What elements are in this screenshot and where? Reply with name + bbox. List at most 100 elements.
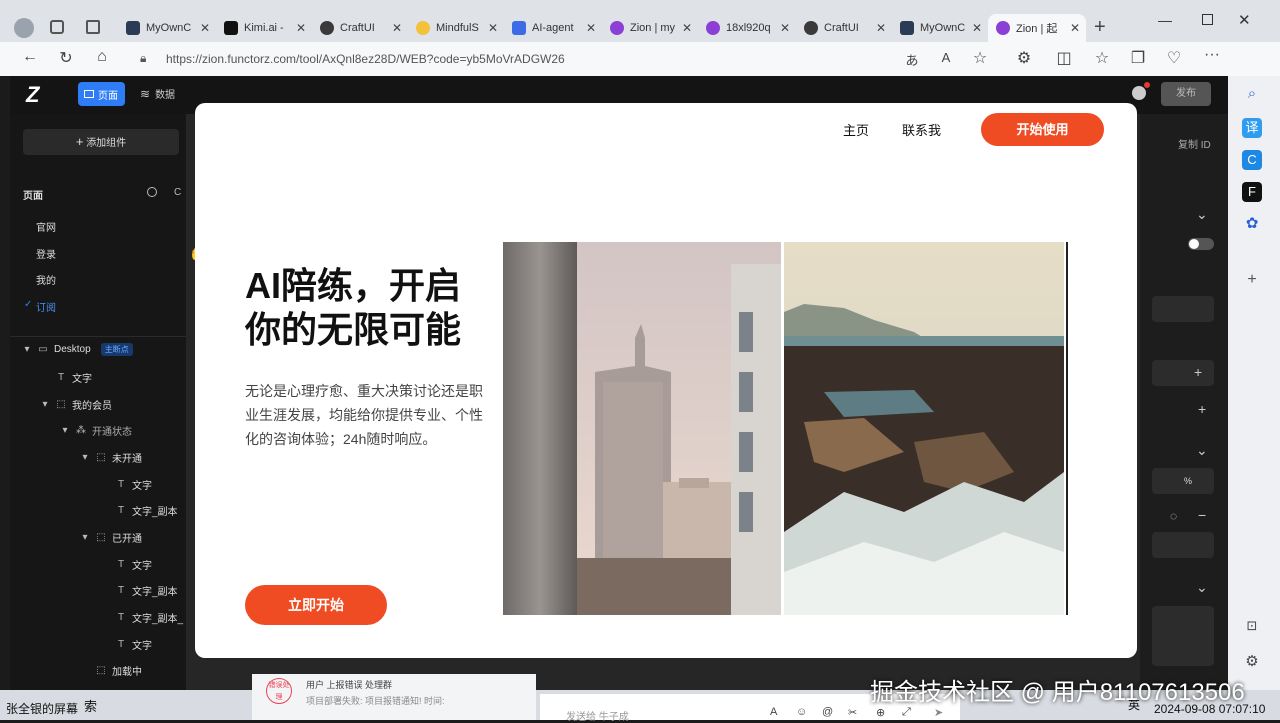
start-using-button[interactable]: 开始使用 [981,113,1104,146]
toggle-switch[interactable] [1188,238,1214,250]
search-icon[interactable]: ⌕ [1242,84,1262,104]
close-tab-icon[interactable]: ✕ [972,21,982,35]
vertical-tabs-icon[interactable] [86,20,100,34]
mention-icon[interactable]: @ [822,706,833,718]
property-input[interactable] [1152,296,1214,322]
plus-icon[interactable]: + [1194,364,1202,380]
close-tab-icon[interactable]: ✕ [1070,21,1080,35]
browser-tab[interactable]: AI-agent ✕ [504,14,602,42]
profile-avatar[interactable] [14,18,34,38]
scissors-icon[interactable]: ✂ [848,706,857,719]
minus-icon[interactable]: − [1198,507,1206,523]
tree-node-desktop[interactable]: ▾ ▭ Desktop 主断点 [22,343,133,356]
tree-node-text-copy-2[interactable]: T 文字_副本_ [116,610,183,625]
close-tab-icon[interactable]: ✕ [682,21,692,35]
tab-data-button[interactable]: ≋ 数据 [140,86,175,102]
workspaces-icon[interactable] [50,20,64,34]
figma-icon[interactable]: F [1242,182,1262,202]
maximize-icon[interactable] [1202,14,1213,25]
favorites-icon[interactable]: ☆ [1090,48,1114,68]
plus-icon[interactable]: + [1198,401,1206,417]
close-tab-icon[interactable]: ✕ [586,21,596,35]
tree-node-text[interactable]: T 文字 [116,637,152,652]
emoji-icon[interactable]: ☺ [796,706,807,718]
taskbar-search[interactable]: 索 [84,696,97,715]
favorite-star-icon[interactable]: ☆ [968,48,992,68]
tree-node-text[interactable]: T 文字 [116,477,152,492]
tree-node-text[interactable]: T 文字 [56,370,92,385]
chevron-down-icon[interactable]: ⌄ [1196,579,1208,596]
new-tab-icon[interactable]: + [1094,16,1106,39]
more-menu-icon[interactable]: ··· [1200,46,1224,64]
page-item-mine[interactable]: 我的 [36,272,56,287]
back-icon[interactable]: ← [18,48,42,66]
close-tab-icon[interactable]: ✕ [876,21,886,35]
browser-tab[interactable]: MindfulS ✕ [408,14,504,42]
page-settings-icon[interactable] [147,187,157,197]
chat-input[interactable]: 发送给 牛子成 [566,708,629,723]
address-bar[interactable]: 🔒︎ https://zion.functorz.com/tool/AxQnl8… [130,47,1010,71]
tree-node-opened[interactable]: ▾ ⬚ 已开通 [80,530,142,545]
property-input[interactable] [1152,532,1214,558]
read-aloud-icon[interactable]: A [934,50,958,65]
tree-node-loading[interactable]: ⬚ 加载中 [96,663,142,678]
page-item-home[interactable]: 官网 [36,219,56,234]
close-tab-icon[interactable]: ✕ [392,21,402,35]
browser-tab[interactable]: Kimi.ai - ✕ [216,14,312,42]
page-item-login[interactable]: 登录 [36,246,56,261]
browser-tab[interactable]: CraftUI ✕ [312,14,408,42]
target-icon[interactable]: ◌ [1170,509,1177,523]
refresh-icon[interactable]: ↻ [54,48,78,68]
start-now-button[interactable]: 立即开始 [245,585,387,625]
nav-contact-link[interactable]: 联系我 [902,120,941,139]
close-tab-icon[interactable]: ✕ [296,21,306,35]
add-icon[interactable]: ⊕ [876,706,885,719]
copy-id-button[interactable]: 复制 ID [1178,136,1211,151]
notification-icon[interactable] [1132,86,1146,100]
browser-tab[interactable]: MyOwnC ✕ [892,14,988,42]
font-icon[interactable]: A [770,706,777,718]
app-icon[interactable]: C [1242,150,1262,170]
browser-tab-active[interactable]: Zion | 起 ✕ [988,14,1086,42]
tree-node-text[interactable]: T 文字 [116,557,152,572]
add-app-icon[interactable]: + [1242,270,1262,290]
unit-select[interactable]: % [1152,468,1214,494]
add-component-button[interactable]: + 添加组件 [23,129,179,155]
page-copy-icon[interactable]: C [174,187,181,198]
send-icon[interactable]: ➤ [934,706,943,719]
browser-tab[interactable]: 18xl920q ✕ [698,14,796,42]
tab-page-button[interactable]: 页面 [78,82,125,106]
collections-icon[interactable]: ❐ [1126,48,1150,68]
browser-tab[interactable]: MyOwnC ✕ [118,14,216,42]
tree-node-text-copy[interactable]: T 文字_副本 [116,503,178,518]
translate-app-icon[interactable]: 译 [1242,118,1262,138]
performance-icon[interactable]: ♡ [1162,48,1186,68]
chevron-down-icon[interactable]: ⌄ [1196,206,1208,223]
nav-home-link[interactable]: 主页 [843,120,869,139]
tree-node-text-copy[interactable]: T 文字_副本 [116,583,178,598]
close-window-icon[interactable]: ✕ [1238,11,1251,29]
close-tab-icon[interactable]: ✕ [200,21,210,35]
split-screen-icon[interactable]: ◫ [1052,48,1076,68]
home-icon[interactable]: ⌂ [90,48,114,66]
minimize-icon[interactable]: — [1158,12,1172,28]
translate-icon[interactable]: あ [900,50,924,69]
close-tab-icon[interactable]: ✕ [488,21,498,35]
spacing-box[interactable] [1152,606,1214,666]
extensions-icon[interactable]: ⚙ [1012,48,1036,68]
property-row[interactable] [1152,360,1214,386]
zion-logo[interactable]: Z [26,82,39,108]
expand-icon[interactable]: ⤢ [902,706,911,719]
close-tab-icon[interactable]: ✕ [780,21,790,35]
publish-button[interactable]: 发布 [1161,82,1211,106]
screenshot-icon[interactable]: ⊡ [1242,616,1262,636]
paw-icon[interactable]: ✿ [1242,214,1262,234]
tree-node-not-open[interactable]: ▾ ⬚ 未开通 [80,450,142,465]
chevron-down-icon[interactable]: ⌄ [1196,442,1208,459]
browser-tab[interactable]: Zion | my ✕ [602,14,698,42]
settings-gear-icon[interactable]: ⚙ [1242,652,1262,672]
browser-tab[interactable]: CraftUI ✕ [796,14,892,42]
tree-node-my-member[interactable]: ▾ ⬚ 我的会员 [40,397,112,412]
tree-node-open-state[interactable]: ▾ ⁂ 开通状态 [60,423,132,438]
page-item-subscribe[interactable]: 订阅 [36,299,56,314]
